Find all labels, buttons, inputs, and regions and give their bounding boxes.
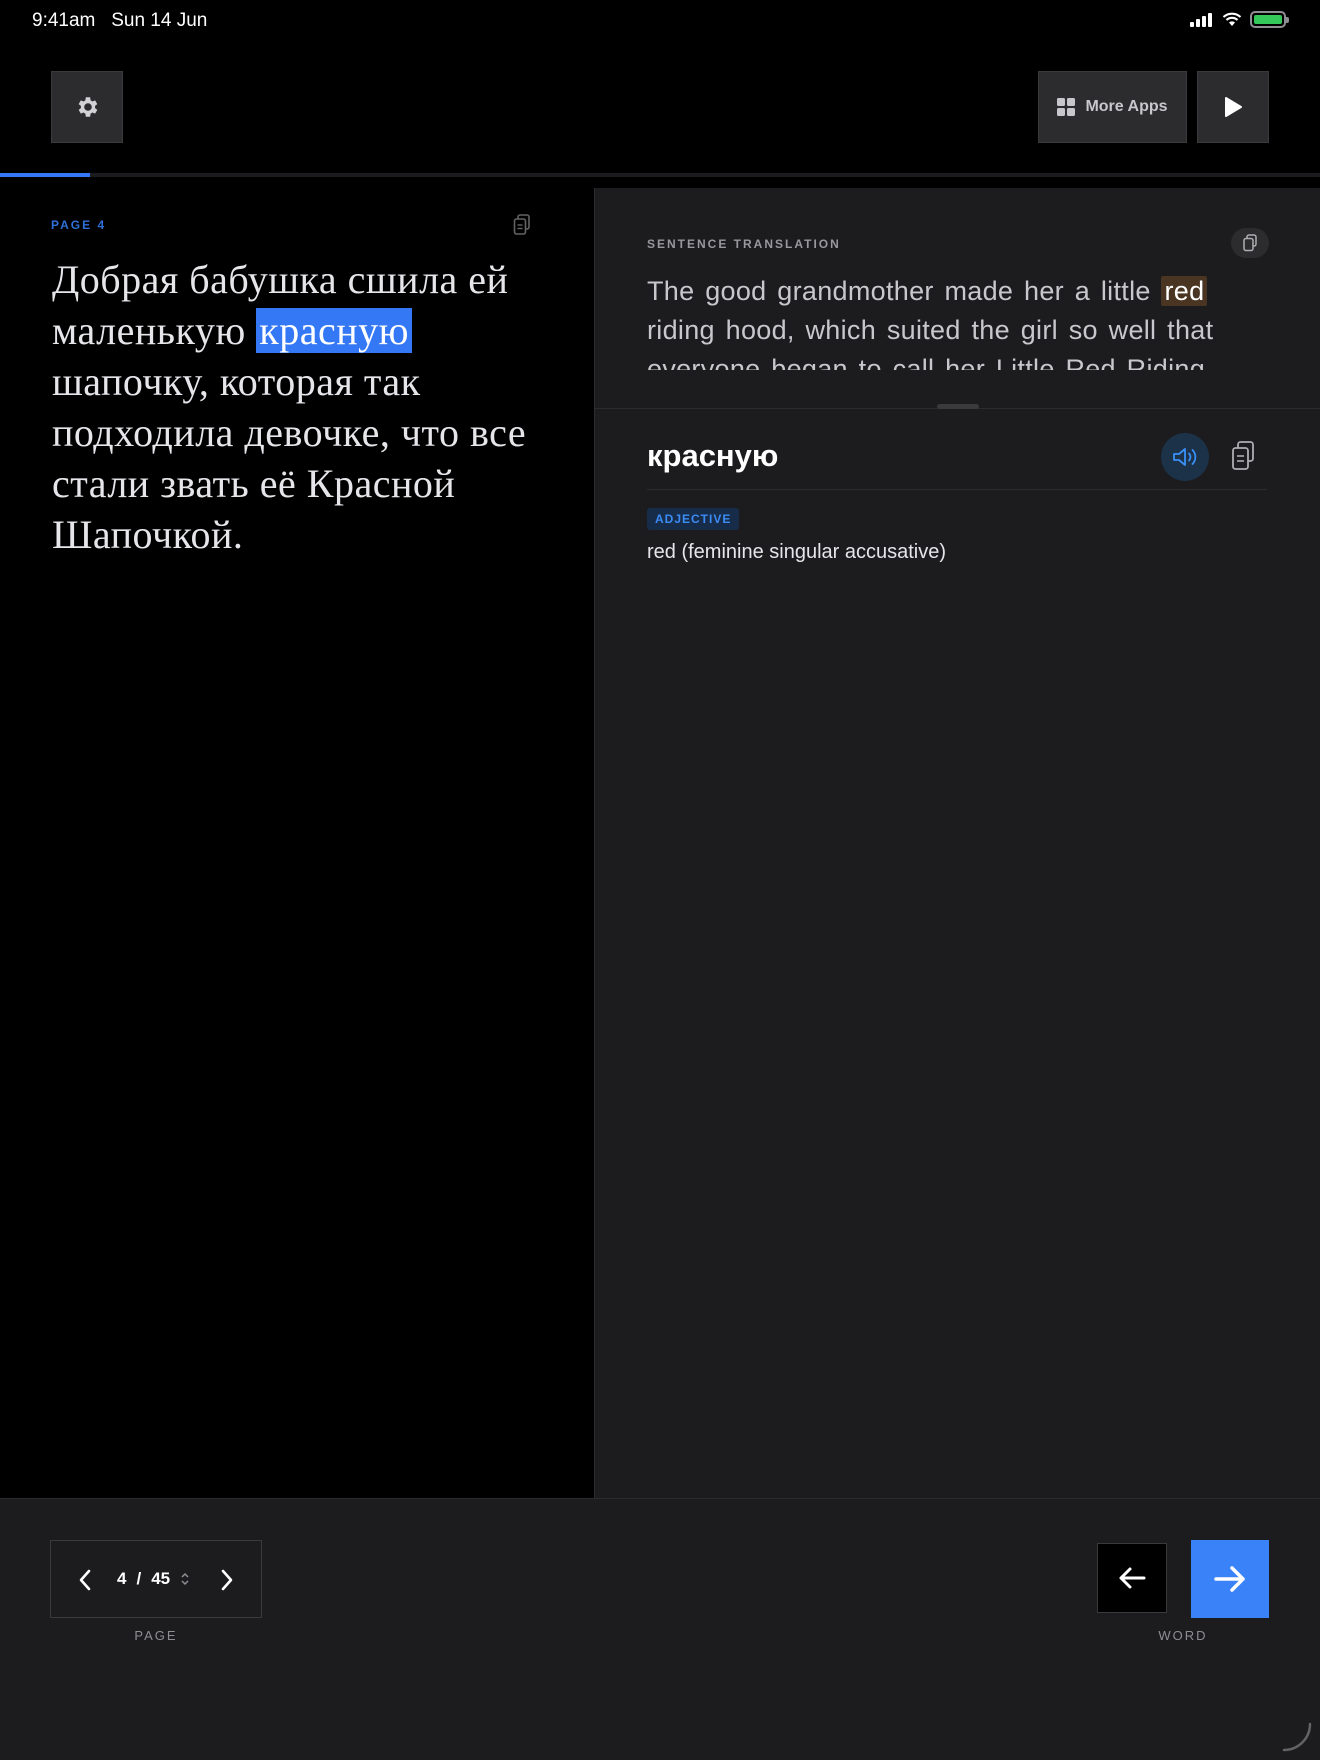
settings-button[interactable] xyxy=(51,71,123,143)
status-date: Sun 14 Jun xyxy=(111,10,208,31)
previous-page-button[interactable] xyxy=(65,1558,105,1602)
gear-icon xyxy=(78,97,98,117)
play-icon xyxy=(1225,97,1242,117)
next-word-button[interactable] xyxy=(1191,1540,1269,1618)
copy-translation-button[interactable] xyxy=(1231,228,1269,258)
reading-progress-bar xyxy=(0,173,1320,177)
word-divider xyxy=(647,489,1267,490)
battery-charging-icon xyxy=(1250,11,1289,28)
copy-page-button[interactable] xyxy=(513,214,531,241)
translation-pane: SENTENCE TRANSLATION The good grandmothe… xyxy=(594,188,1320,1498)
part-of-speech-badge: ADJECTIVE xyxy=(647,508,740,530)
translation-label: SENTENCE TRANSLATION xyxy=(647,237,841,251)
source-text-after: шапочку, которая так подходила девочке, … xyxy=(52,359,527,557)
next-page-button[interactable] xyxy=(207,1558,247,1602)
reading-progress-fill xyxy=(0,173,90,177)
translation-text-before: The good grandmother made her a little xyxy=(647,276,1162,306)
status-bar: 9:41am Sun 14 Jun xyxy=(0,0,1320,40)
page-separator: / xyxy=(136,1569,142,1588)
status-icons xyxy=(1190,11,1289,28)
source-sentence: Добрая бабушка сшила ей маленькую красну… xyxy=(52,254,532,560)
pronounce-button[interactable] xyxy=(1161,433,1209,481)
selected-word[interactable]: красную xyxy=(256,308,412,353)
previous-word-button[interactable] xyxy=(1097,1543,1167,1613)
word-title: красную xyxy=(647,438,779,473)
page-selector[interactable]: 4 / 45 xyxy=(117,1569,190,1589)
arrow-left-icon xyxy=(1119,1567,1146,1589)
resize-handle[interactable] xyxy=(937,404,979,409)
word-caption: WORD xyxy=(1158,1628,1208,1643)
status-clock: 9:41am xyxy=(32,10,96,31)
bottom-navigation-bar: 4 / 45 PAGE WORD xyxy=(0,1498,1320,1760)
chevron-left-icon xyxy=(79,1569,91,1591)
translation-text-after: riding hood, which suited the girl so we… xyxy=(647,315,1214,370)
resize-corner-icon xyxy=(1282,1722,1312,1752)
cellular-signal-icon xyxy=(1190,12,1212,27)
sentence-translation: The good grandmother made her a little r… xyxy=(647,272,1267,370)
page-caption: PAGE xyxy=(134,1628,178,1643)
chevron-right-icon xyxy=(221,1569,233,1591)
wifi-icon xyxy=(1222,12,1242,26)
translation-highlighted-word: red xyxy=(1161,276,1208,306)
play-button[interactable] xyxy=(1197,71,1269,143)
speaker-icon xyxy=(1173,448,1197,466)
more-apps-label: More Apps xyxy=(1085,98,1168,115)
page-label: PAGE 4 xyxy=(51,218,107,232)
chevron-up-down-icon xyxy=(181,1572,189,1586)
page-stepper: 4 / 45 xyxy=(50,1540,262,1618)
current-page: 4 xyxy=(117,1569,127,1588)
copy-icon xyxy=(1232,441,1254,470)
copy-word-button[interactable] xyxy=(1231,441,1255,476)
copy-icon xyxy=(1243,234,1257,252)
copy-icon xyxy=(513,214,530,235)
arrow-right-icon xyxy=(1214,1566,1245,1592)
total-pages: 45 xyxy=(151,1569,171,1588)
status-time: 9:41am Sun 14 Jun xyxy=(32,10,207,32)
more-apps-button[interactable]: More Apps xyxy=(1038,71,1187,143)
grid-icon xyxy=(1057,98,1076,116)
word-definition: red (feminine singular accusative) xyxy=(647,541,947,563)
reader-pane: PAGE 4 Добрая бабушка сшила ей маленькую… xyxy=(0,188,594,1498)
